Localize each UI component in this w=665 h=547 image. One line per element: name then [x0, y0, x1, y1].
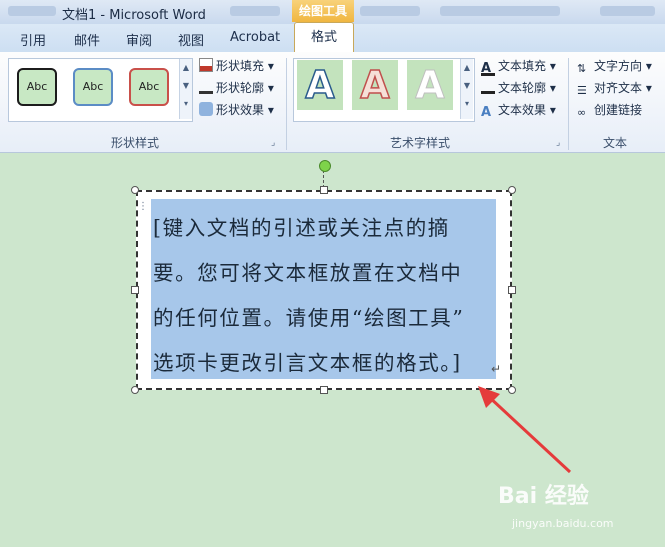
tab-mailings[interactable]: 邮件 [74, 30, 100, 49]
layout-anchor-icon[interactable]: ⋮ [138, 201, 148, 212]
shape-style-swatch[interactable]: Abc [73, 68, 113, 106]
group-separator [286, 58, 287, 150]
dialog-launcher-icon[interactable]: ⌟ [556, 138, 560, 148]
resize-handle-left[interactable] [131, 286, 139, 294]
text-fill-button[interactable]: A 文本填充 ▾ [481, 57, 556, 76]
dialog-launcher-icon[interactable]: ⌟ [271, 138, 275, 148]
shape-outline-button[interactable]: 形状轮廓 ▾ [199, 79, 274, 96]
wordart-style-swatch[interactable]: A [407, 60, 453, 110]
resize-handle-bottom-left[interactable] [131, 386, 139, 394]
tab-view[interactable]: 视图 [178, 30, 204, 49]
text-direction-icon: ⇅ [577, 62, 587, 75]
paragraph-mark-icon: ↵ [491, 362, 502, 376]
scroll-down-icon[interactable]: ▼ [180, 77, 192, 95]
group-separator [568, 58, 569, 150]
group-label-wordart-styles: 艺术字样式 [389, 136, 450, 150]
blurred-tab [230, 6, 280, 16]
blurred-tab [600, 6, 655, 16]
tab-acrobat[interactable]: Acrobat [230, 30, 280, 45]
ribbon: Abc Abc Abc ▲ ▼ ▾ 形状填充 ▾ 形状轮廓 ▾ 形状效果 ▾ 形… [0, 52, 665, 153]
contextual-tab-drawing-tools: 绘图工具 [292, 0, 354, 22]
align-text-icon: ☰ [577, 84, 587, 97]
shape-effects-icon [199, 102, 213, 116]
text-effects-button[interactable]: A 文本效果 ▾ [481, 101, 556, 120]
tab-review[interactable]: 审阅 [126, 30, 152, 49]
text-outline-button[interactable]: 文本轮廓 ▾ [481, 79, 556, 96]
text-box-content[interactable]: [键入文档的引述或关注点的摘 要。您可将文本框放置在文档中 的任何位置。请使用“… [153, 206, 498, 386]
create-link-button[interactable]: ∞ 创建链接 [577, 101, 642, 120]
window-title: 文档1 - Microsoft Word [62, 8, 206, 23]
resize-handle-right[interactable] [508, 286, 516, 294]
wordart-style-swatch[interactable]: A [352, 60, 398, 110]
text-line: 的任何位置。请使用“绘图工具” [153, 306, 465, 330]
gallery-more-icon[interactable]: ▾ [180, 95, 192, 113]
gallery-more-icon[interactable]: ▾ [461, 95, 473, 113]
scroll-down-icon[interactable]: ▼ [461, 77, 473, 95]
pencil-icon [481, 80, 495, 94]
scroll-up-icon[interactable]: ▲ [461, 59, 473, 77]
text-effects-icon: A [481, 105, 492, 120]
group-label-shape-styles: 形状样式 [110, 136, 159, 150]
watermark-url: jingyan.baidu.com [512, 517, 614, 530]
wordart-style-swatch[interactable]: A [297, 60, 343, 110]
tab-format[interactable]: 格式 [294, 22, 354, 53]
scroll-up-icon[interactable]: ▲ [180, 59, 192, 77]
link-icon: ∞ [577, 106, 587, 119]
resize-handle-top[interactable] [320, 186, 328, 194]
resize-handle-bottom[interactable] [320, 386, 328, 394]
resize-handle-top-left[interactable] [131, 186, 139, 194]
text-line: 要。您可将文本框放置在文档中 [153, 261, 463, 285]
shape-style-swatch[interactable]: Abc [129, 68, 169, 106]
text-line: 选项卡更改引言文本框的格式。] [153, 351, 462, 375]
text-line: [键入文档的引述或关注点的摘 [153, 216, 450, 240]
annotation-arrow-icon [478, 386, 572, 474]
tab-references[interactable]: 引用 [20, 30, 46, 49]
shape-style-swatch[interactable]: Abc [17, 68, 57, 106]
resize-handle-top-right[interactable] [508, 186, 516, 194]
shape-effects-button[interactable]: 形状效果 ▾ [199, 101, 274, 118]
paint-bucket-icon [199, 58, 213, 72]
blurred-tab [440, 6, 560, 16]
text-fill-icon: A [481, 62, 495, 76]
blurred-tab [8, 6, 56, 16]
wordart-gallery-scroll[interactable]: ▲ ▼ ▾ [460, 59, 473, 119]
watermark-logo: Bai 经验 [498, 484, 589, 509]
shape-fill-button[interactable]: 形状填充 ▾ [199, 57, 274, 74]
group-label-text: 文本 [602, 136, 627, 150]
pencil-icon [199, 80, 213, 94]
align-text-button[interactable]: ☰ 对齐文本 ▾ [577, 79, 652, 98]
blurred-tab [360, 6, 420, 16]
rotate-handle[interactable] [319, 160, 331, 172]
text-direction-button[interactable]: ⇅ 文字方向 ▾ [577, 57, 652, 76]
gallery-scroll[interactable]: ▲ ▼ ▾ [179, 59, 192, 119]
